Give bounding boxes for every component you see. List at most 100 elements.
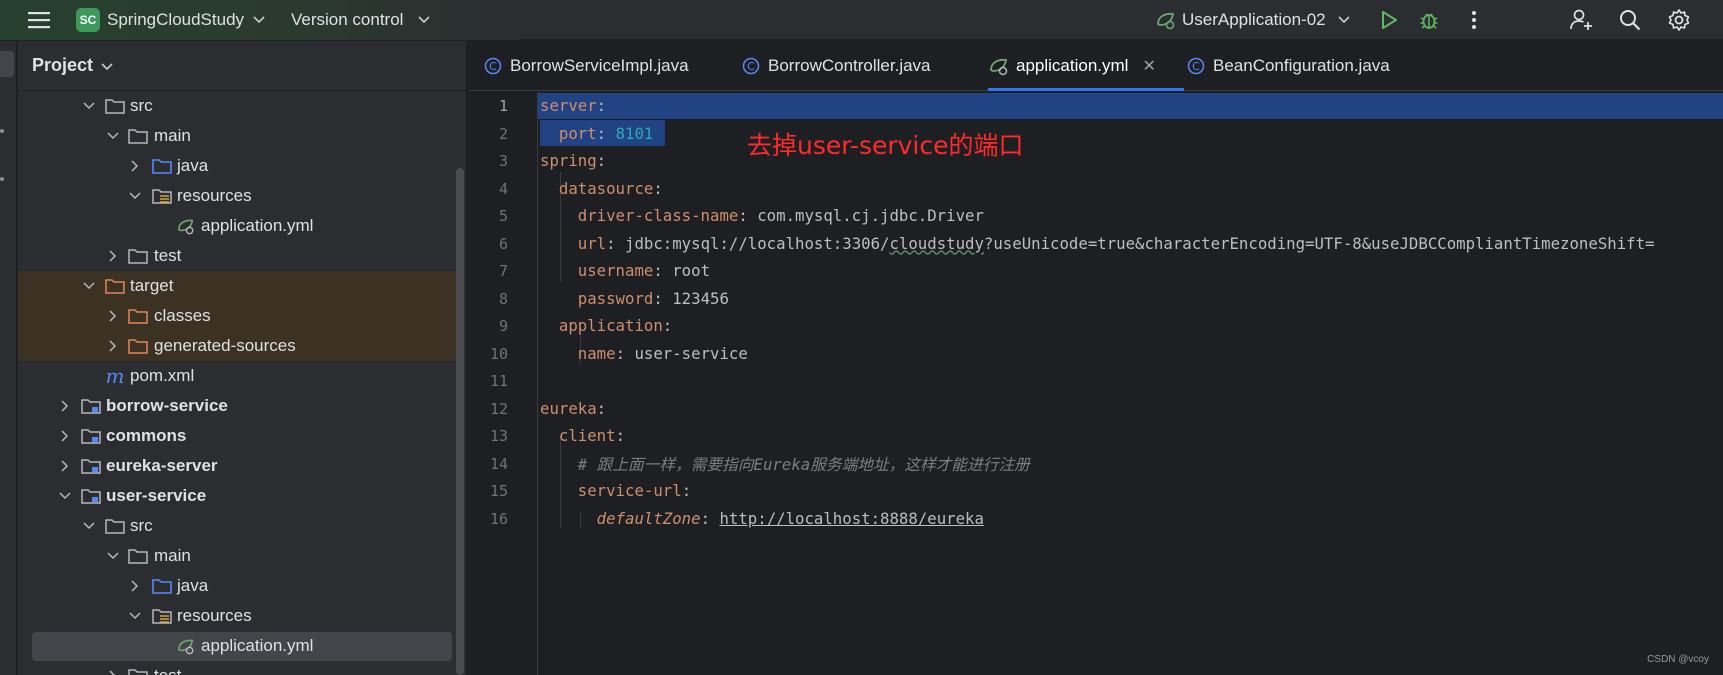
chevron-down-icon[interactable] xyxy=(101,55,113,76)
code-area[interactable]: server: port: 8101 spring: datasource: d… xyxy=(540,92,1723,675)
tree-row-borrow-service[interactable]: borrow-service xyxy=(18,391,458,421)
line-number: 6 xyxy=(498,234,508,253)
chevron-down-icon[interactable] xyxy=(128,189,142,203)
line-number: 8 xyxy=(498,289,508,308)
chevron-down-icon[interactable] xyxy=(1338,0,1350,40)
tree-row-java[interactable]: java xyxy=(18,571,458,601)
chevron-down-icon[interactable] xyxy=(418,0,430,40)
tree-row-application-yml-selected[interactable]: application.yml xyxy=(18,631,458,661)
chevron-down-icon[interactable] xyxy=(58,489,72,503)
editor-tab-bar: C BorrowServiceImpl.java C BorrowControl… xyxy=(468,41,1723,91)
tree-item-label: generated-sources xyxy=(154,336,296,355)
yaml-key: name xyxy=(577,343,616,363)
code-line-16: defaultZone: http://localhost:8888/eurek… xyxy=(596,508,984,528)
chevron-right-icon[interactable] xyxy=(128,579,142,593)
class-icon: C xyxy=(1187,57,1205,75)
chevron-down-icon[interactable] xyxy=(128,609,142,623)
project-tree-scrollbar[interactable] xyxy=(456,168,464,675)
main-menu-icon[interactable] xyxy=(28,0,52,40)
tree-row-eureka-server[interactable]: eureka-server xyxy=(18,451,458,481)
code-line-3: spring: xyxy=(540,151,607,170)
tree-row-main[interactable]: main xyxy=(18,121,458,151)
chevron-right-icon[interactable] xyxy=(128,159,142,173)
tree-row-main[interactable]: main xyxy=(18,541,458,571)
code-line-12: eureka: xyxy=(540,398,607,418)
yaml-url-link[interactable]: http://localhost:8888/eureka xyxy=(719,509,983,528)
tree-row-src[interactable]: src xyxy=(18,511,458,541)
project-panel-header[interactable]: Project xyxy=(18,41,466,91)
tab-borrow-controller[interactable]: C BorrowController.java xyxy=(742,41,931,91)
svg-text:C: C xyxy=(747,60,755,73)
chevron-right-icon[interactable] xyxy=(106,669,120,675)
tree-row-user-service[interactable]: user-service xyxy=(18,481,458,511)
chevron-down-icon[interactable] xyxy=(82,519,96,533)
chevron-right-icon[interactable] xyxy=(58,429,72,443)
project-name[interactable]: SpringCloudStudy xyxy=(107,0,244,40)
spring-yml-icon xyxy=(176,217,196,235)
tab-label: BorrowServiceImpl.java xyxy=(510,56,689,75)
yaml-key: client xyxy=(558,426,616,445)
project-badge[interactable]: SC xyxy=(76,8,100,32)
tree-row-java[interactable]: java xyxy=(18,151,458,181)
tree-item-label: resources xyxy=(177,186,252,205)
yaml-key: username xyxy=(577,261,654,280)
tab-borrow-service-impl[interactable]: C BorrowServiceImpl.java xyxy=(484,41,689,91)
tool-window-button[interactable] xyxy=(0,129,4,133)
tab-label: BeanConfiguration.java xyxy=(1213,56,1390,75)
gear-icon[interactable] xyxy=(1666,0,1692,40)
tree-item-label: main xyxy=(154,126,191,145)
debug-icon[interactable] xyxy=(1416,0,1442,40)
chevron-right-icon[interactable] xyxy=(106,309,120,323)
yaml-comment: # 跟上面一样，需要指向Eureka服务端地址，这样才能进行注册 xyxy=(577,454,1030,474)
tree-item-label: java xyxy=(177,576,209,595)
tool-window-button[interactable] xyxy=(0,177,4,181)
tree-row-commons[interactable]: commons xyxy=(18,421,458,451)
tree-row-resources[interactable]: resources xyxy=(18,601,458,631)
folder-icon xyxy=(105,517,125,535)
chevron-right-icon[interactable] xyxy=(106,339,120,353)
tree-item-label: test xyxy=(154,666,181,675)
yaml-value: ?useUnicode=true&characterEncoding=UTF-8… xyxy=(983,233,1655,253)
run-icon[interactable] xyxy=(1376,0,1402,40)
tab-bean-configuration[interactable]: C BeanConfiguration.java xyxy=(1187,41,1390,91)
active-tab-indicator xyxy=(988,88,1184,91)
close-icon[interactable]: ✕ xyxy=(1142,56,1155,76)
chevron-down-icon[interactable] xyxy=(106,549,120,563)
module-icon xyxy=(81,427,101,445)
code-with-me-icon[interactable] xyxy=(1568,0,1594,40)
yaml-key: defaultZone xyxy=(596,508,701,528)
chevron-right-icon[interactable] xyxy=(58,459,72,473)
excluded-folder-icon xyxy=(128,337,148,355)
more-actions-icon[interactable] xyxy=(1461,0,1487,40)
tree-item-label: application.yml xyxy=(201,636,314,655)
tree-row-resources[interactable]: resources xyxy=(18,181,458,211)
run-configuration-selector[interactable]: UserApplication-02 xyxy=(1182,0,1326,40)
tree-row-test[interactable]: test xyxy=(18,241,458,271)
tree-row-test[interactable]: test xyxy=(18,661,458,675)
chevron-down-icon[interactable] xyxy=(253,0,265,40)
tree-row-src[interactable]: src xyxy=(18,91,458,121)
version-control-menu[interactable]: Version control xyxy=(291,0,403,40)
project-tool-window-button[interactable] xyxy=(0,51,14,77)
annotation-text: 去掉user-service的端口 xyxy=(747,131,1024,160)
tab-label: application.yml xyxy=(1016,56,1129,75)
yaml-key: eureka xyxy=(540,398,597,418)
svg-text:C: C xyxy=(1192,60,1200,73)
chevron-down-icon[interactable] xyxy=(82,99,96,113)
line-number-gutter[interactable]: 1 2 3 4 5 6 7 8 9 10 11 12 13 14 15 16 xyxy=(468,92,538,675)
tab-label: BorrowController.java xyxy=(768,56,931,75)
chevron-right-icon[interactable] xyxy=(106,249,120,263)
chevron-down-icon[interactable] xyxy=(82,279,96,293)
tree-row-application-yml[interactable]: application.yml xyxy=(18,211,458,241)
tree-row-pom-xml[interactable]: m pom.xml xyxy=(18,361,458,391)
excluded-folder-icon xyxy=(105,277,125,295)
tree-row-classes[interactable]: classes xyxy=(18,301,458,331)
chevron-down-icon[interactable] xyxy=(106,129,120,143)
chevron-right-icon[interactable] xyxy=(58,399,72,413)
tree-item-label: src xyxy=(130,516,153,535)
tree-row-generated-sources[interactable]: generated-sources xyxy=(18,331,458,361)
gutter-divider xyxy=(537,92,538,675)
tab-application-yml[interactable]: application.yml ✕ xyxy=(988,41,1184,91)
search-icon[interactable] xyxy=(1617,0,1643,40)
tree-row-target[interactable]: target xyxy=(18,271,458,301)
